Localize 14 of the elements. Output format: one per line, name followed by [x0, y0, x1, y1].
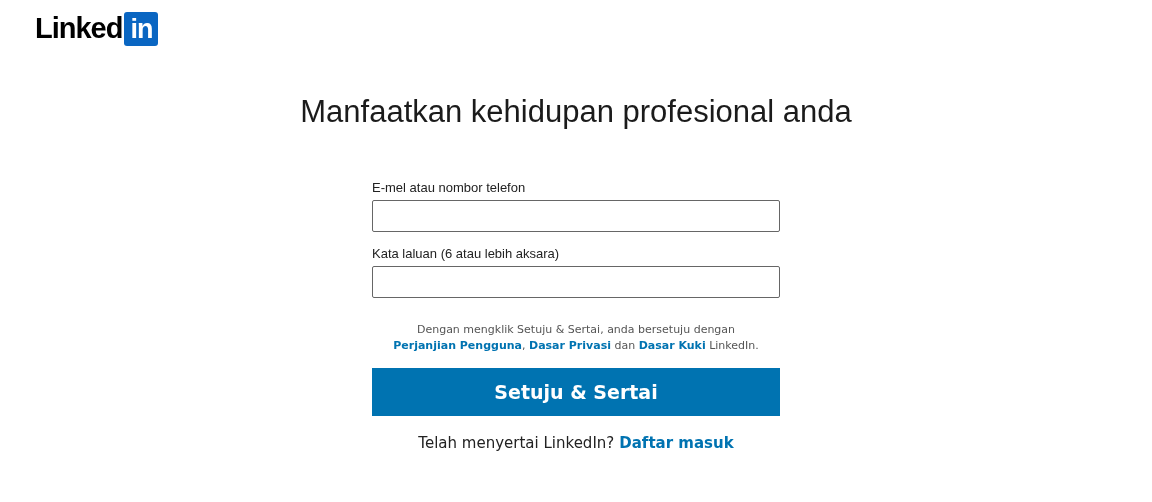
- page-heading: Manfaatkan kehidupan profesional anda: [299, 94, 853, 130]
- field-label: Kata laluan (6 atau lebih aksara): [372, 246, 561, 261]
- policy-link[interactable]: Dasar Privasi: [529, 339, 611, 352]
- agreement-text: Dengan mengklik Setuju & Sertai, anda bersetuju dengan Perjanjian Pengguna, Dasar Privasi dan Dasar Kuki LinkedIn.: [392, 322, 760, 354]
- policy-link[interactable]: Dasar Kuki: [638, 339, 706, 352]
- logo-wordmark: Linked: [35, 14, 123, 43]
- policy-link[interactable]: Perjanjian Pengguna: [393, 339, 522, 352]
- input-field[interactable]: [372, 266, 780, 298]
- field-label: E-mel atau nombor telefon: [372, 180, 527, 195]
- logo-badge: in: [124, 11, 159, 46]
- signin-prompt: Telah menyertai LinkedIn?: [418, 434, 615, 452]
- input-field[interactable]: [372, 200, 780, 232]
- join-button[interactable]: Setuju & Sertai: [372, 368, 780, 416]
- signin-link[interactable]: Daftar masuk: [619, 434, 734, 452]
